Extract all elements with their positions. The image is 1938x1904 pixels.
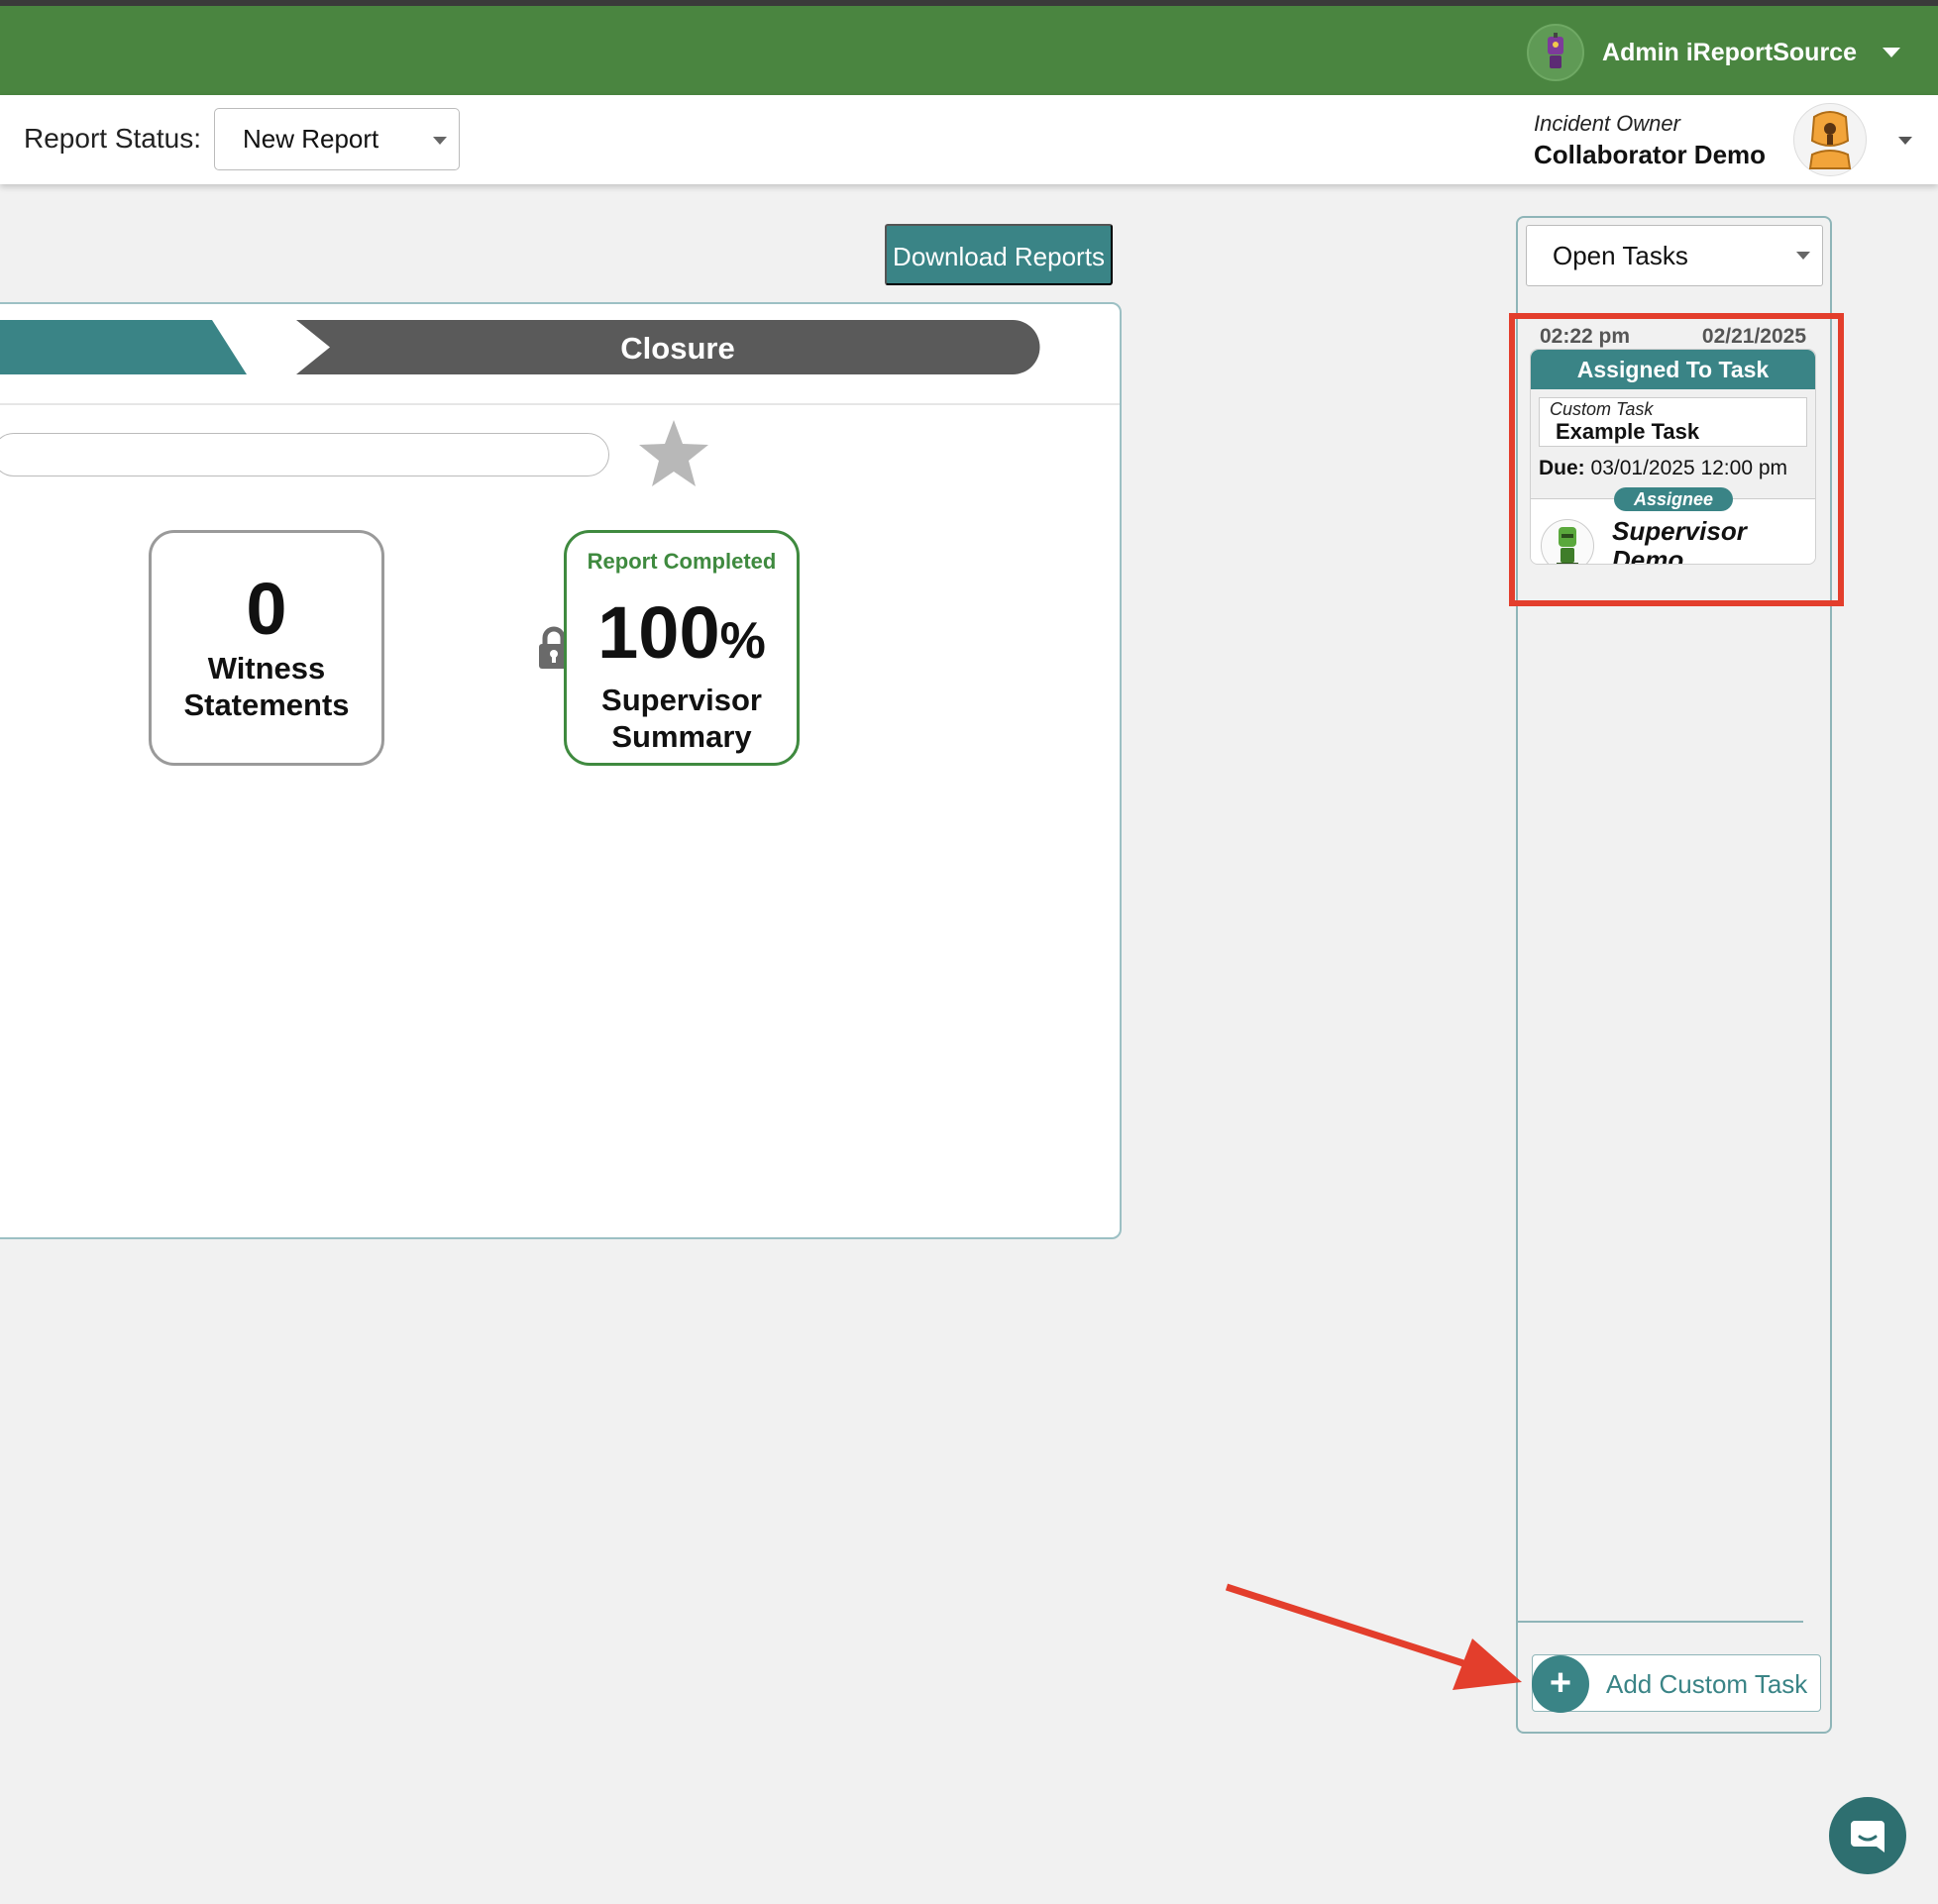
supervisor-summary-label: Supervisor Summary (601, 683, 762, 754)
arrow-annotation-icon (1225, 1583, 1522, 1690)
task-highlight-annotation (1509, 313, 1844, 606)
witness-count: 0 (246, 568, 287, 650)
stage-progress-header: Closure (0, 304, 1120, 405)
supervisor-summary-tile[interactable]: Report Completed 100% Supervisor Summary (564, 530, 800, 766)
incident-owner-caption: Incident Owner (1534, 111, 1680, 136)
add-custom-task-label: Add Custom Task (1606, 1669, 1808, 1699)
star-icon[interactable] (636, 416, 711, 491)
chevron-down-icon[interactable] (1898, 137, 1912, 145)
report-progress-field[interactable] (0, 433, 609, 476)
incident-owner: Incident Owner Collaborator Demo (1534, 111, 1766, 170)
tasks-divider (1516, 1621, 1803, 1623)
plus-icon: + (1532, 1655, 1589, 1713)
robot-avatar-icon (1808, 111, 1852, 169)
user-menu[interactable]: Admin iReportSource (1527, 24, 1900, 81)
report-status-value: New Report (243, 124, 379, 154)
task-filter-select[interactable]: Open Tasks (1526, 225, 1823, 286)
chevron-down-icon[interactable] (1883, 48, 1900, 57)
report-status-select[interactable]: New Report (214, 108, 460, 170)
add-custom-task-button[interactable]: + Add Custom Task (1532, 1654, 1821, 1713)
completion-percentage: 100% (567, 596, 797, 678)
chevron-down-icon (1796, 252, 1810, 260)
owner-avatar[interactable] (1793, 103, 1867, 176)
chat-bubble-icon (1851, 1821, 1884, 1852)
witness-statements-tile[interactable]: 0 Witness Statements (149, 530, 384, 766)
report-status-label: Report Status: (24, 123, 201, 154)
task-filter-value: Open Tasks (1553, 241, 1688, 270)
closure-stage-label: Closure (620, 331, 734, 366)
stage-chevrons: Closure (0, 320, 1040, 374)
completion-percent-sign: % (719, 612, 766, 670)
report-status-bar: Report Status: New Report Incident Owner… (0, 95, 1938, 184)
previous-stage-chevron (0, 320, 247, 374)
report-completed-status: Report Completed (587, 549, 777, 574)
download-reports-button[interactable]: Download Reports (885, 224, 1113, 285)
report-progress-panel: Closure 0 Witness Statements Report Comp… (0, 302, 1122, 1239)
completion-percent-value: 100 (597, 591, 720, 674)
top-navigation-bar: Admin iReportSource (0, 6, 1938, 95)
user-name[interactable]: Admin iReportSource (1602, 39, 1857, 67)
incident-owner-name: Collaborator Demo (1534, 140, 1767, 169)
chat-launcher-button[interactable] (1829, 1797, 1906, 1874)
robot-avatar-icon (1527, 24, 1585, 81)
chevron-down-icon (433, 137, 447, 145)
witness-label: Witness Statements (183, 651, 350, 722)
